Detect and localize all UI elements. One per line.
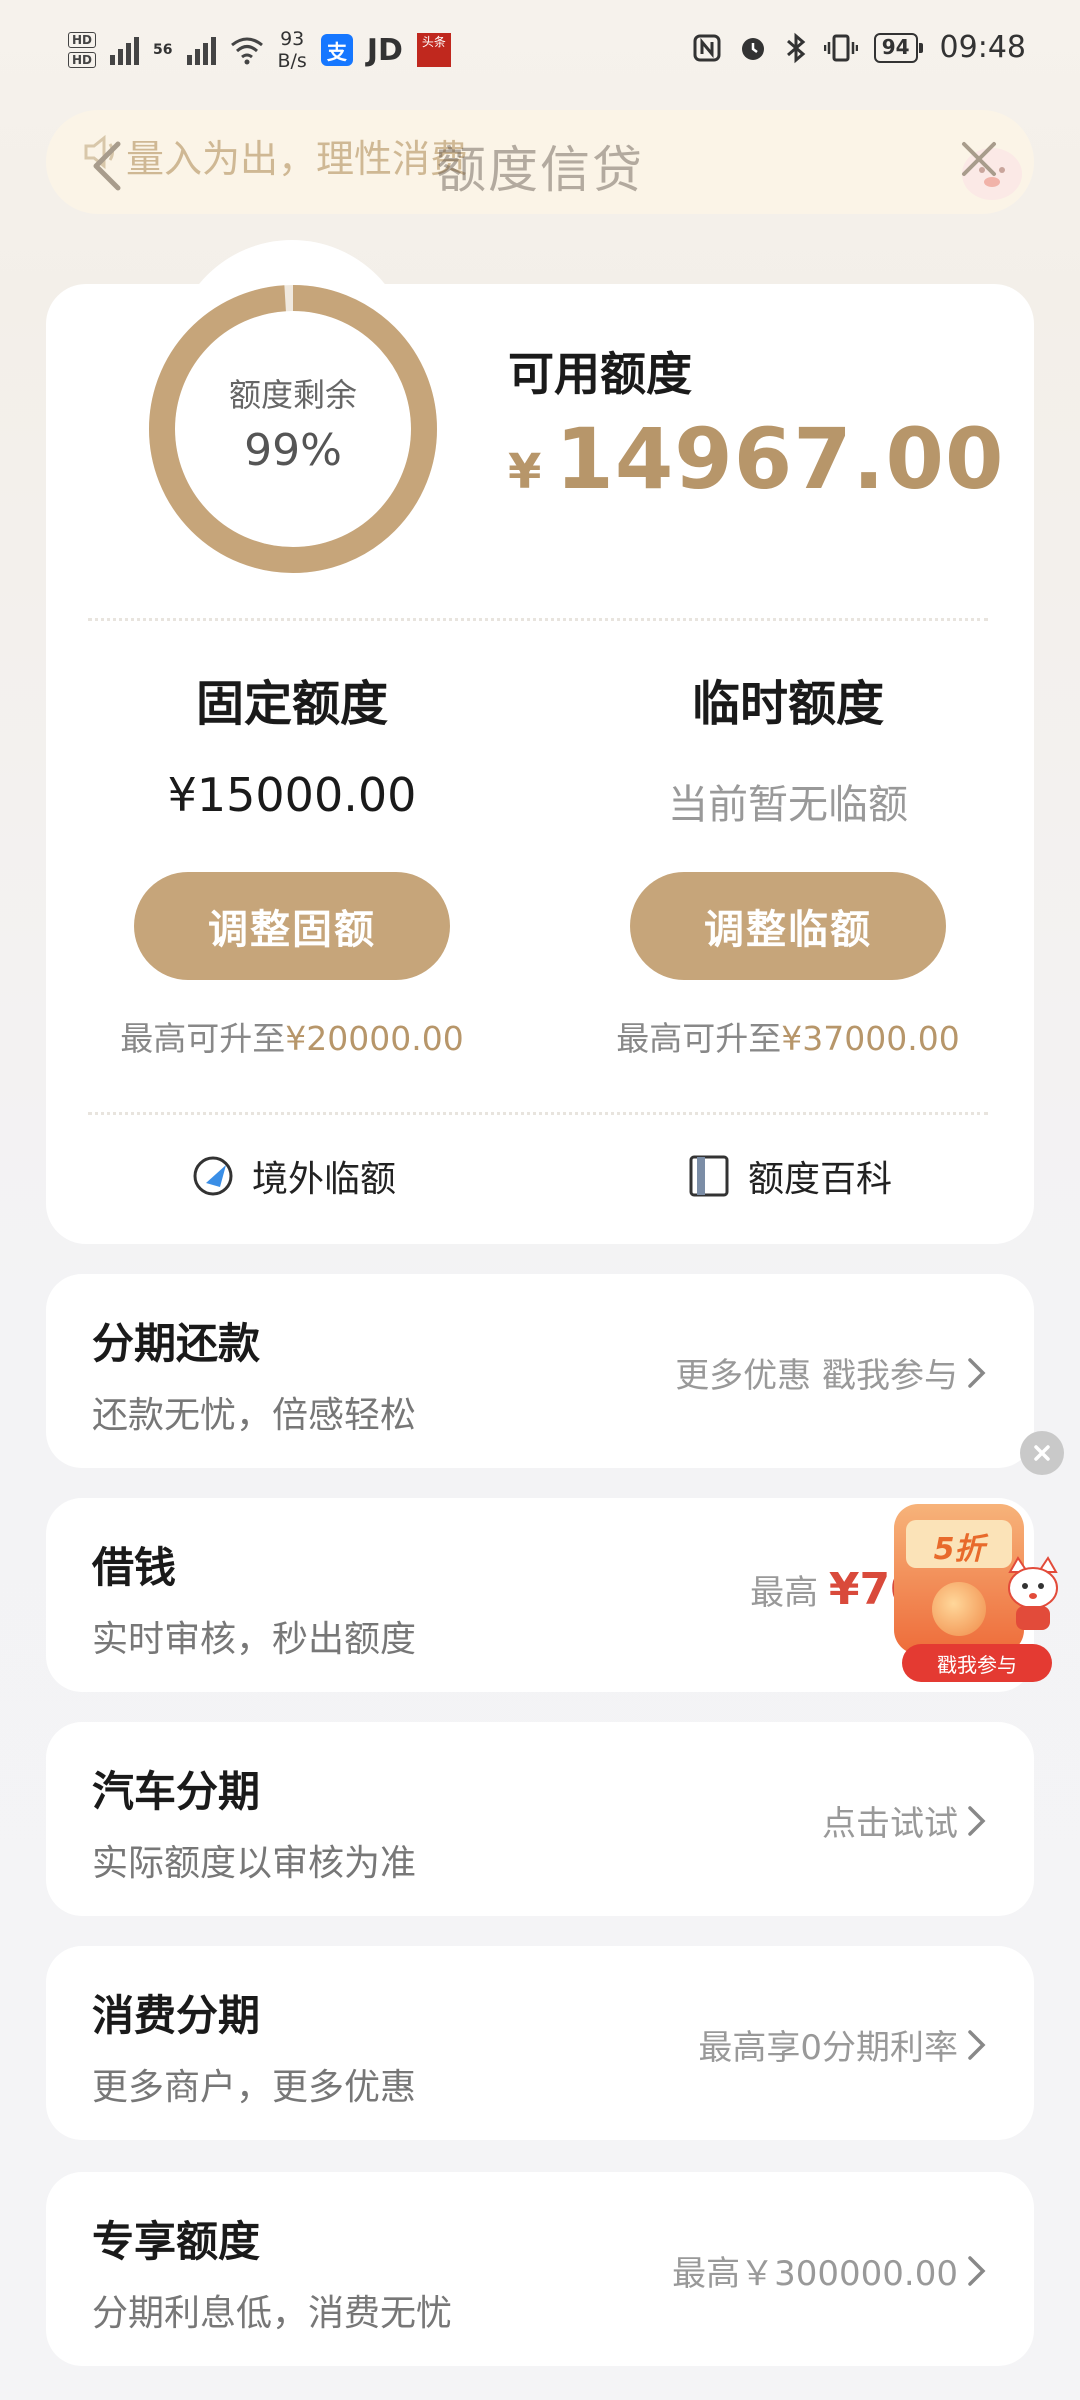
list-item-title: 汽车分期 — [92, 1767, 261, 1816]
status-left: HD HD 56 93 B/s 支 JD 头条 — [68, 28, 451, 72]
wifi-icon — [230, 37, 263, 65]
alarm-icon — [741, 37, 764, 60]
fixed-note-prefix: 最高可升至 — [120, 1019, 286, 1058]
header: 量入为出，理性消费 额度信贷 — [0, 100, 1080, 250]
temp-note: 最高可升至¥37000.00 — [588, 1012, 988, 1060]
plane-globe-icon — [193, 1156, 233, 1196]
hd-badge-1: HD — [68, 32, 97, 48]
clock: 09:48 — [939, 30, 1026, 65]
jd-icon: JD — [366, 32, 403, 68]
divider-2 — [88, 1112, 988, 1115]
speed-unit: B/s — [277, 50, 307, 72]
carrier-label: 56 — [153, 42, 173, 58]
available-label: 可用额度 — [508, 347, 692, 401]
close-icon[interactable] — [954, 134, 1004, 184]
list-item-title: 分期还款 — [92, 1319, 261, 1368]
speed-value: 93 — [280, 28, 305, 50]
list-item-subtitle: 实时审核，秒出额度 — [92, 1619, 417, 1660]
available-currency: ¥ — [508, 444, 542, 500]
overseas-temp-label: 境外临额 — [252, 1159, 397, 1200]
fixed-note: 最高可升至¥20000.00 — [92, 1012, 492, 1060]
vibrate-icon — [823, 34, 858, 61]
list-item-installment-repay[interactable]: 分期还款 还款无忧，倍感轻松 更多优惠 戳我参与 — [46, 1274, 1034, 1468]
list-item-title: 专享额度 — [92, 2217, 261, 2266]
temp-note-amount: ¥37000.00 — [781, 1019, 960, 1058]
fixed-title: 固定额度 — [195, 676, 388, 732]
chevron-right-icon — [968, 2030, 986, 2060]
book-icon — [689, 1155, 729, 1197]
list-item-consumer-installment[interactable]: 消费分期 更多商户，更多优惠 最高享0分期利率 — [46, 1946, 1034, 2140]
alipay-icon: 支 — [320, 34, 353, 66]
network-speed: 93 B/s — [278, 28, 307, 72]
list-item-exclusive-credit[interactable]: 专享额度 分期利息低，消费无忧 最高￥300000.00 — [46, 2172, 1034, 2366]
fixed-note-amount: ¥20000.00 — [285, 1019, 464, 1058]
overseas-temp-link[interactable]: 境外临额 — [190, 1150, 396, 1202]
promo-join-button[interactable]: 戳我参与 — [902, 1644, 1052, 1682]
news-app-icon: 头条 — [416, 33, 451, 67]
page-title: 额度信贷 — [436, 141, 644, 199]
adjust-temp-button[interactable]: 调整临额 — [630, 872, 946, 980]
cat-mascot-icon — [1008, 1556, 1058, 1630]
bluetooth-icon — [786, 32, 805, 63]
list-item-title: 借钱 — [92, 1543, 177, 1592]
hd-badge-2: HD — [68, 52, 97, 68]
list-item-action: 点击试试 — [822, 1804, 958, 1844]
ring-label: 额度剩余 — [228, 376, 357, 414]
status-right: 94 09:48 — [692, 30, 1026, 65]
list-item-car-installment[interactable]: 汽车分期 实际额度以审核为准 点击试试 — [46, 1722, 1034, 1916]
ring-value: 99% — [244, 425, 342, 476]
list-item-action: 最高享0分期利率 — [698, 2028, 958, 2068]
fixed-amount: ¥15000.00 — [167, 768, 417, 822]
back-icon[interactable] — [88, 138, 128, 194]
chevron-right-icon — [968, 2256, 986, 2286]
hd-badges: HD HD — [68, 32, 97, 68]
list-item-title: 消费分期 — [92, 1991, 261, 2040]
chevron-right-icon — [968, 1806, 986, 1836]
list-item-action: 更多优惠 戳我参与 — [675, 1356, 958, 1396]
credit-wiki-link[interactable]: 额度百科 — [686, 1150, 892, 1202]
promo-close-button[interactable] — [1020, 1431, 1064, 1475]
list-item-subtitle: 分期利息低，消费无忧 — [92, 2293, 453, 2334]
signal-2-icon — [186, 35, 216, 65]
list-item-subtitle: 实际额度以审核为准 — [92, 1843, 417, 1884]
status-bar: HD HD 56 93 B/s 支 JD 头条 94 09:48 — [0, 0, 1080, 100]
list-item-subtitle: 更多商户，更多优惠 — [92, 2067, 417, 2108]
close-icon — [1034, 1445, 1050, 1461]
nfc-icon — [693, 34, 721, 61]
credit-wiki-label: 额度百科 — [748, 1159, 893, 1200]
divider-1 — [88, 618, 988, 621]
signal-1-icon — [110, 35, 140, 65]
battery-icon: 94 — [873, 32, 923, 63]
borrow-max-prefix: 最高 — [750, 1573, 829, 1613]
promo-float[interactable]: 5折 戳我参与 — [872, 1494, 1072, 1684]
available-value: 14967.00 — [555, 410, 1005, 508]
available-amount: ¥ 14967.00 — [508, 410, 1004, 508]
adjust-fixed-button[interactable]: 调整固额 — [134, 872, 450, 980]
temp-status: 当前暂无临额 — [668, 782, 908, 828]
coin-icon — [932, 1582, 986, 1636]
promo-discount: 5折 — [933, 1532, 985, 1567]
list-item-subtitle: 还款无忧，倍感轻松 — [92, 1395, 417, 1436]
chevron-right-icon — [968, 1358, 986, 1388]
list-item-action: 最高￥300000.00 — [672, 2254, 958, 2294]
temp-note-prefix: 最高可升至 — [616, 1019, 782, 1058]
temp-title: 临时额度 — [691, 676, 884, 732]
